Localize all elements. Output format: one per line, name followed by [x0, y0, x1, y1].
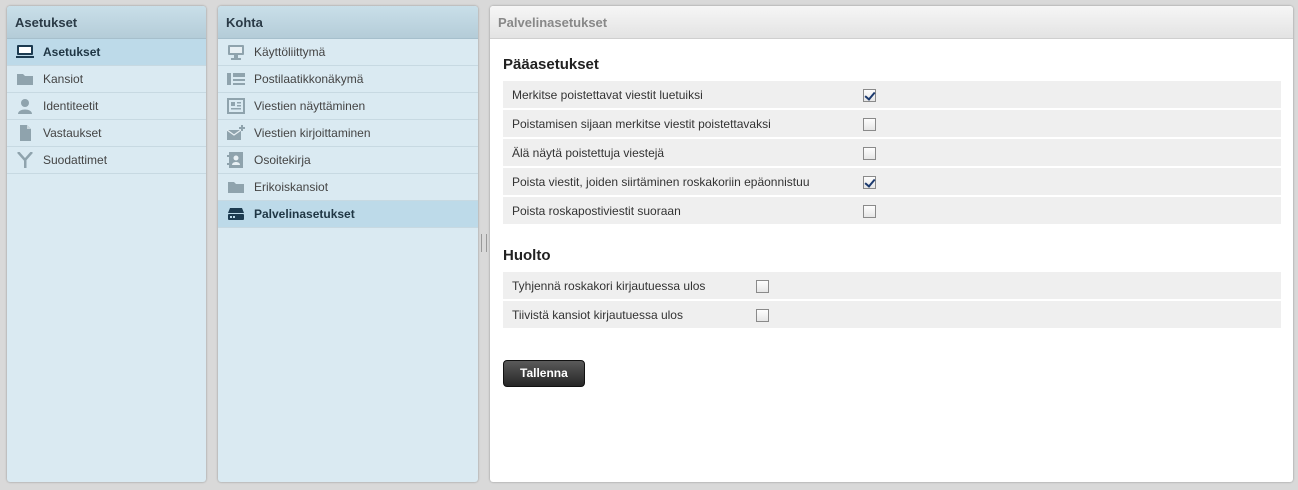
- section-item-viestien-nayttaminen[interactable]: Viestien näyttäminen: [218, 93, 478, 120]
- flag-deleted-read-checkbox[interactable]: [863, 88, 876, 102]
- document-icon: [15, 124, 35, 142]
- maintenance-title: Huolto: [503, 247, 551, 264]
- nav-item-label: Identiteetit: [43, 98, 99, 113]
- setting-label: Poista roskapostiviestit suoraan: [503, 197, 863, 224]
- section-item-label: Viestien näyttäminen: [254, 98, 366, 113]
- message-view-icon: [226, 97, 246, 115]
- delete-if-trash-fails-checkbox[interactable]: [863, 175, 876, 189]
- section-item-erikoiskansiot[interactable]: Erikoiskansiot: [218, 174, 478, 201]
- section-item-label: Erikoiskansiot: [254, 179, 329, 194]
- settings-row: Poista viestit, joiden siirtäminen roska…: [503, 168, 1281, 195]
- settings-nav-item-asetukset[interactable]: Asetukset: [7, 39, 206, 66]
- monitor-icon: [15, 43, 35, 61]
- setting-label: Tiivistä kansiot kirjautuessa ulos: [503, 301, 756, 328]
- setting-label: Poista viestit, joiden siirtäminen roska…: [503, 168, 863, 195]
- settings-nav-item-vastaukset[interactable]: Vastaukset: [7, 120, 206, 147]
- user-icon: [15, 97, 35, 115]
- section-item-label: Viestien kirjoittaminen: [254, 125, 371, 140]
- monitor-icon: [226, 43, 246, 61]
- setting-label: Älä näytä poistettuja viestejä: [503, 139, 863, 166]
- nav-item-label: Vastaukset: [43, 125, 102, 140]
- settings-row: Poista roskapostiviestit suoraan: [503, 197, 1281, 224]
- settings-panel-title: Asetukset: [7, 6, 206, 39]
- section-item-label: Postilaatikkonäkymä: [254, 71, 364, 86]
- settings-nav-item-suodattimet[interactable]: Suodattimet: [7, 147, 206, 174]
- filter-icon: [15, 151, 35, 169]
- section-panel: Kohta Käyttöliittymä Postilaatikkonäkymä…: [218, 6, 478, 482]
- mailbox-view-icon: [226, 70, 246, 88]
- setting-label: Tyhjennä roskakori kirjautuessa ulos: [503, 272, 756, 299]
- flag-for-deletion-checkbox[interactable]: [863, 117, 876, 131]
- empty-trash-on-logout-checkbox[interactable]: [756, 279, 769, 293]
- setting-label: Merkitse poistettavat viestit luetuiksi: [503, 81, 863, 108]
- save-button[interactable]: Tallenna: [503, 360, 585, 387]
- main-settings-table: Merkitse poistettavat viestit luetuiksi …: [503, 79, 1281, 226]
- section-nav-list: Käyttöliittymä Postilaatikkonäkymä Viest…: [218, 39, 478, 228]
- main-settings-title: Pääasetukset: [503, 56, 599, 73]
- section-item-label: Osoitekirja: [254, 152, 311, 167]
- maintenance-table: Tyhjennä roskakori kirjautuessa ulos Tii…: [503, 270, 1281, 330]
- nav-item-label: Asetukset: [43, 44, 101, 59]
- settings-nav-item-identiteetit[interactable]: Identiteetit: [7, 93, 206, 120]
- setting-label: Poistamisen sijaan merkitse viestit pois…: [503, 110, 863, 137]
- settings-nav-item-kansiot[interactable]: Kansiot: [7, 66, 206, 93]
- settings-row: Merkitse poistettavat viestit luetuiksi: [503, 81, 1281, 108]
- preferences-panel-title: Palvelinasetukset: [490, 6, 1293, 39]
- compact-folders-on-logout-checkbox[interactable]: [756, 308, 769, 322]
- panel-splitter-handle[interactable]: [481, 234, 487, 252]
- settings-row: Poistamisen sijaan merkitse viestit pois…: [503, 110, 1281, 137]
- server-icon: [226, 205, 246, 223]
- section-item-osoitekirja[interactable]: Osoitekirja: [218, 147, 478, 174]
- section-item-postilaatikkonakyma[interactable]: Postilaatikkonäkymä: [218, 66, 478, 93]
- settings-panel: Asetukset Asetukset Kansiot Identiteetit…: [7, 6, 206, 482]
- preferences-content: Pääasetukset Merkitse poistettavat viest…: [490, 39, 1293, 387]
- section-item-label: Palvelinasetukset: [254, 206, 355, 221]
- settings-row: Tyhjennä roskakori kirjautuessa ulos: [503, 272, 1281, 299]
- nav-item-label: Kansiot: [43, 71, 84, 86]
- compose-icon: [226, 124, 246, 142]
- settings-nav-list: Asetukset Kansiot Identiteetit Vastaukse…: [7, 39, 206, 174]
- delete-junk-checkbox[interactable]: [863, 204, 876, 218]
- nav-item-label: Suodattimet: [43, 152, 108, 167]
- section-item-kayttoliittyma[interactable]: Käyttöliittymä: [218, 39, 478, 66]
- section-item-palvelinasetukset[interactable]: Palvelinasetukset: [218, 201, 478, 228]
- settings-row: Tiivistä kansiot kirjautuessa ulos: [503, 301, 1281, 328]
- addressbook-icon: [226, 151, 246, 169]
- section-item-viestien-kirjoittaminen[interactable]: Viestien kirjoittaminen: [218, 120, 478, 147]
- preferences-panel: Palvelinasetukset Pääasetukset Merkitse …: [490, 6, 1293, 482]
- section-panel-title: Kohta: [218, 6, 478, 39]
- settings-row: Älä näytä poistettuja viestejä: [503, 139, 1281, 166]
- folder-icon: [226, 178, 246, 196]
- folder-icon: [15, 70, 35, 88]
- hide-deleted-checkbox[interactable]: [863, 146, 876, 160]
- section-item-label: Käyttöliittymä: [254, 44, 326, 59]
